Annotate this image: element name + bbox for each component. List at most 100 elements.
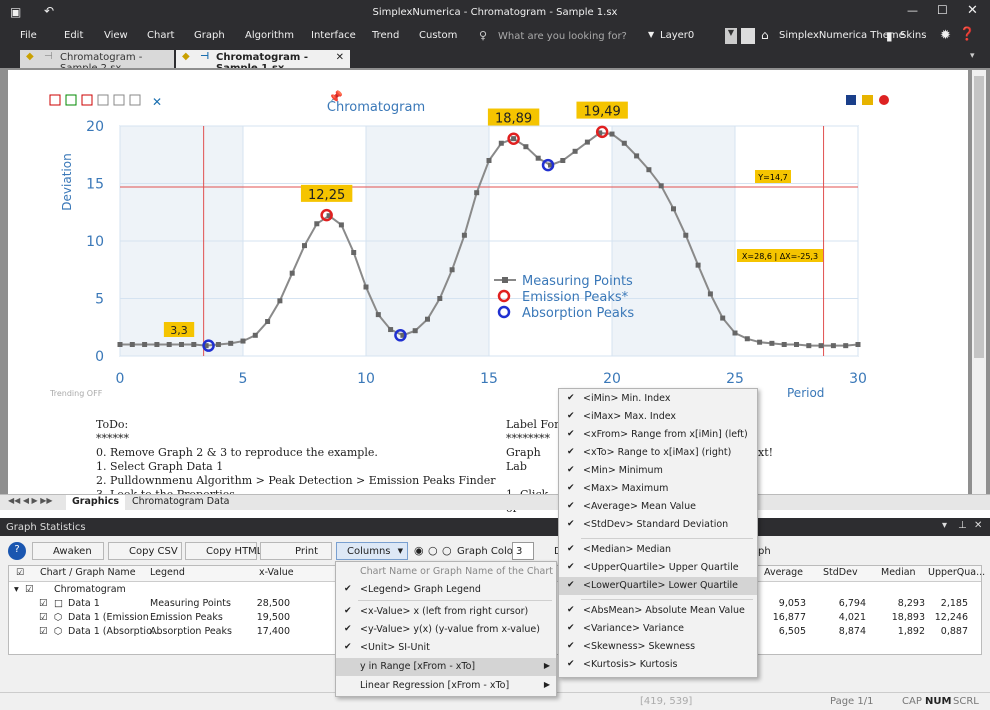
columns-dropdown[interactable]: Columns ▼ — [336, 542, 408, 560]
menu-interface[interactable]: Interface — [311, 30, 356, 41]
row-checkbox[interactable]: ☑ — [25, 584, 34, 595]
menu-item[interactable]: ✔ <Median> Median — [559, 541, 757, 559]
menu-item[interactable]: ✔ <Max> Maximum — [559, 480, 757, 498]
toolbar-icon[interactable] — [129, 94, 141, 106]
menu-edit[interactable]: Edit — [64, 30, 83, 41]
data-point — [129, 342, 135, 347]
tab-sample-1[interactable]: ◆ ⊣ Chromatogram - Sample 1.sx ✕ — [176, 50, 350, 74]
close-tab-icon[interactable]: ✕ — [336, 52, 344, 63]
button-label: Copy HTML — [206, 546, 263, 557]
spin-input[interactable]: 3 — [512, 542, 534, 560]
row-stat: 6,794 — [838, 598, 866, 609]
data-point — [720, 315, 726, 321]
menu-graph[interactable]: Graph — [194, 30, 225, 41]
menu-item[interactable]: ✔ <LowerQuartile> Lower Quartile — [559, 577, 757, 595]
sheet-nav-icons[interactable]: ◀◀ ◀ ▶ ▶▶ — [8, 496, 53, 505]
column-header[interactable]: StdDev — [823, 567, 858, 581]
menu-item[interactable]: ✔ <Average> Mean Value — [559, 498, 757, 516]
sheet-tab-graphics[interactable]: Graphics — [66, 495, 125, 510]
help-icon[interactable]: ❓ — [959, 27, 975, 42]
layer-dropdown-icon[interactable]: ▼ — [725, 28, 737, 44]
menu-algorithm[interactable]: Algorithm — [245, 30, 294, 41]
panel-close-icon[interactable]: ✕ — [974, 520, 982, 531]
panel-pin-icon[interactable]: ⊥ — [958, 520, 967, 531]
row-stat: 16,877 — [772, 612, 806, 623]
sheet-tab-data[interactable]: Chromatogram Data — [126, 495, 236, 510]
lock-icon[interactable]: ⌂ — [761, 28, 769, 42]
menu-item[interactable]: y in Range [xFrom - xTo] ▶ — [336, 658, 556, 676]
minimize-icon[interactable]: — — [907, 4, 918, 17]
menu-item[interactable]: ✔ <AbsMean> Absolute Mean Value — [559, 602, 757, 620]
copy-csv-button[interactable]: Copy CSV — [108, 542, 182, 560]
row-type-icon: □ — [54, 598, 63, 609]
menu-chart[interactable]: Chart — [147, 30, 174, 41]
toolbar-icon[interactable] — [81, 94, 93, 106]
data-point — [781, 342, 787, 347]
close-icon[interactable]: ✕ — [967, 3, 978, 18]
save-chart-icon[interactable] — [846, 95, 856, 105]
menu-file[interactable]: File — [20, 30, 37, 41]
column-header[interactable]: Average — [764, 567, 803, 581]
menu-item[interactable]: ✔ <iMax> Max. Index — [559, 408, 757, 426]
maximize-icon[interactable]: ☐ — [937, 3, 948, 17]
cursor-x-value: X=28,6 | ΔX=-25,3 — [742, 252, 818, 261]
menu-item[interactable]: ✔ <Variance> Variance — [559, 620, 757, 638]
column-header[interactable]: Median — [881, 567, 916, 581]
select-all-checkbox[interactable]: ☑ — [16, 568, 24, 578]
row-checkbox[interactable]: ☑ — [39, 626, 48, 637]
menu-item[interactable]: ✔ <Kurtosis> Kurtosis — [559, 656, 757, 674]
layer-select[interactable]: Layer0 — [660, 30, 694, 41]
menu-item[interactable]: ✔ <UpperQuartile> Upper Quartile — [559, 559, 757, 577]
close-chart-icon[interactable] — [879, 95, 889, 105]
menu-trend[interactable]: Trend — [372, 30, 399, 41]
awaken-button[interactable]: Awaken — [32, 542, 104, 560]
panel-title: Graph Statistics — [6, 522, 86, 533]
chevron-down-icon[interactable]: ▼ — [648, 30, 654, 39]
toolbar-icon[interactable] — [113, 94, 125, 106]
toolbar-icon[interactable] — [65, 94, 77, 106]
copy-html-button[interactable]: Copy HTML — [185, 542, 262, 560]
note-line: ****** — [96, 432, 129, 445]
skins-icon[interactable]: ▮ — [886, 29, 893, 43]
print-button[interactable]: Print — [260, 542, 332, 560]
range-submenu: ✔ <iMin> Min. Index ✔ <iMax> Max. Index ✔ <xF… — [558, 388, 758, 678]
tab-sample-2[interactable]: ◆ ⊣ Chromatogram - Sample 2.sx — [20, 50, 174, 74]
column-header[interactable]: Chart / Graph Name — [40, 567, 136, 581]
expand-icon[interactable]: ▾ — [14, 584, 19, 595]
row-checkbox[interactable]: ☑ — [39, 598, 48, 609]
button-label: Copy CSV — [129, 546, 178, 557]
open-chart-icon[interactable] — [862, 95, 873, 105]
menu-item[interactable]: ✔ <Skewness> Skewness — [559, 638, 757, 656]
column-header[interactable]: x-Value — [259, 567, 294, 581]
graph-color-label[interactable]: Graph Color — [457, 546, 517, 557]
menu-item[interactable]: Linear Regression [xFrom - xTo] ▶ — [336, 677, 556, 695]
search-input[interactable]: What are you looking for? — [498, 31, 627, 42]
radio-off-icon[interactable]: ○ — [442, 544, 452, 557]
menu-custom[interactable]: Custom — [419, 30, 457, 41]
menu-item[interactable]: ✔ <xFrom> Range from x[iMin] (left) — [559, 426, 757, 444]
menu-item[interactable]: ✔ <iMin> Min. Index — [559, 390, 757, 408]
menu-view[interactable]: View — [104, 30, 128, 41]
skins-label[interactable]: Skins — [900, 30, 926, 41]
fit-icon[interactable]: ✕ — [152, 95, 162, 109]
menu-item[interactable]: ✔ <Unit> SI-Unit — [336, 639, 556, 657]
menu-item[interactable]: ✔ <y-Value> y(x) (y-value from x-value) — [336, 621, 556, 639]
radio-on-icon[interactable]: ◉ — [414, 544, 424, 557]
tab-list-icon[interactable]: ▾ — [970, 51, 975, 61]
column-header[interactable]: UpperQua... — [928, 567, 985, 581]
toolbar-icon[interactable] — [49, 94, 61, 106]
toolbar-icon[interactable] — [97, 94, 109, 106]
panel-menu-icon[interactable]: ▾ — [942, 520, 947, 531]
layout-icon[interactable] — [741, 28, 755, 44]
menu-item[interactable]: ✔ <xTo> Range to x[iMax] (right) — [559, 444, 757, 462]
menu-item[interactable]: Chart Name or Graph Name of the Chart — [336, 563, 556, 581]
radio-off-icon[interactable]: ○ — [428, 544, 438, 557]
menu-item[interactable]: ✔ <Legend> Graph Legend — [336, 581, 556, 599]
help-icon[interactable]: ? — [8, 542, 26, 560]
menu-item[interactable]: ✔ <Min> Minimum — [559, 462, 757, 480]
menu-item[interactable]: ✔ <StdDev> Standard Deviation — [559, 516, 757, 534]
settings-icon[interactable]: ✹ — [940, 28, 951, 43]
row-checkbox[interactable]: ☑ — [39, 612, 48, 623]
menu-item[interactable]: ✔ <x-Value> x (left from right cursor) — [336, 603, 556, 621]
column-header[interactable]: Legend — [150, 567, 185, 581]
